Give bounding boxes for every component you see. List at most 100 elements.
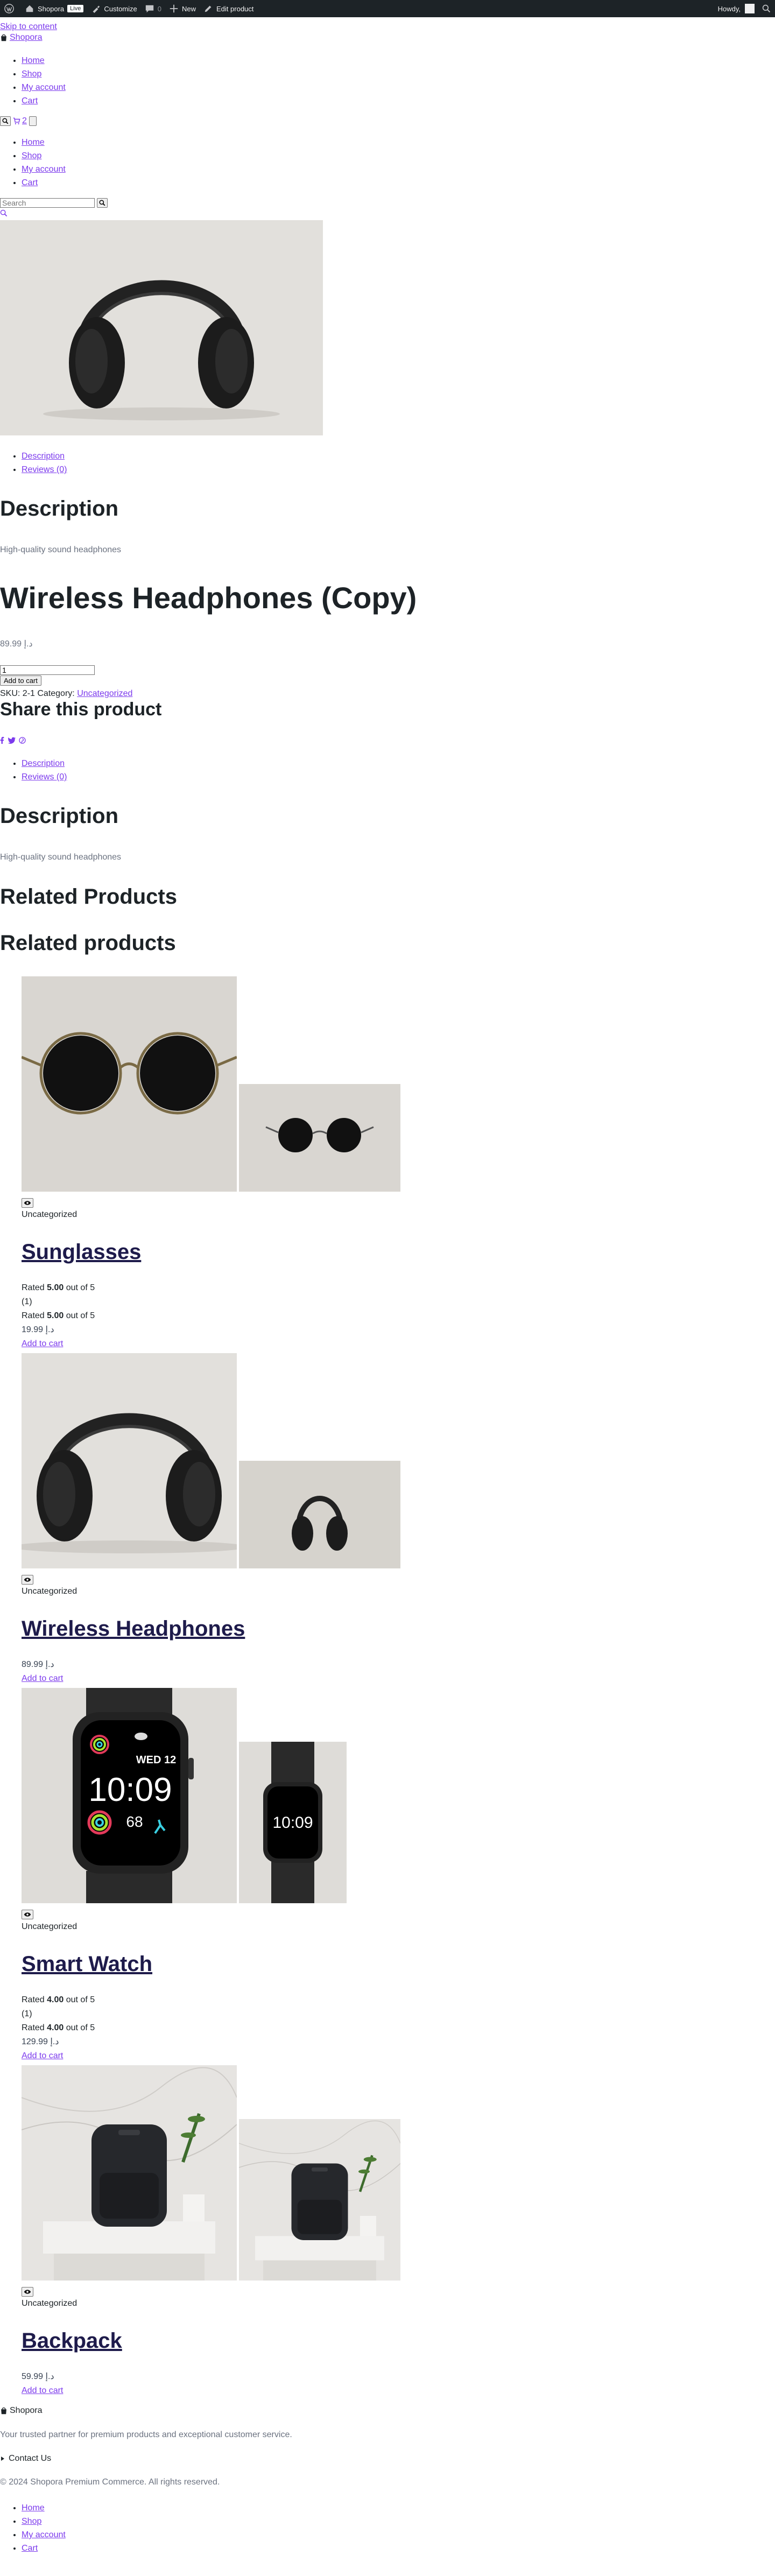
product-price: د.إ 129.99 [22,2037,59,2046]
footer-nav-link-cart[interactable]: Cart [22,2544,38,2553]
search-icon[interactable] [762,4,771,13]
mobile-nav-link-shop[interactable]: Shop [22,151,41,160]
admin-site-name: Shopora [38,4,65,13]
product-hover-image[interactable] [239,1083,400,1192]
mobile-nav-item-shop: Shop [22,149,775,163]
quick-view-button[interactable] [22,1910,33,1920]
quick-view-button[interactable] [22,2286,33,2297]
product-hover-image[interactable] [239,1461,400,1569]
edit-product-link[interactable]: Edit product [203,4,253,13]
caret-right-icon [1,2456,4,2461]
product-image[interactable] [22,1353,237,1568]
eye-icon [24,2290,31,2294]
product-price: د.إ 89.99 [0,639,33,649]
header-cart-link[interactable]: 2 [13,116,27,126]
tab-reviews-link[interactable]: Reviews (0) [22,465,67,474]
contact-toggle[interactable]: Contact Us [0,2454,775,2464]
related-product-card: Uncategorized Wireless Headphones د.إ 89… [0,1353,775,1686]
footer-nav-link-my-account[interactable]: My account [22,2530,66,2539]
mobile-nav-link-my-account[interactable]: My account [22,165,66,174]
footer-nav-link-home[interactable]: Home [22,2503,45,2512]
product-hover-image[interactable] [239,2119,400,2281]
add-to-cart-link[interactable]: Add to cart [22,1674,63,1683]
product-price: د.إ 89.99 [22,1660,54,1670]
watch-date: WED 12 [136,1754,176,1766]
mobile-nav-link-home[interactable]: Home [22,138,45,147]
product-image[interactable]: WED 12 10:09 68 [22,1688,237,1904]
shopping-bag-icon [1,34,6,41]
site-brand-link[interactable]: Shopora [0,32,775,43]
product-hover-image[interactable]: 10:09 [239,1742,347,1904]
search-submit-button[interactable] [97,198,108,208]
product-tabs: Description Reviews (0) [0,449,775,476]
nav-link-shop[interactable]: Shop [22,69,41,79]
avatar[interactable] [745,4,755,13]
nav-item-my-account: My account [22,81,775,94]
nav-link-cart[interactable]: Cart [22,96,38,105]
footer-nav-item-shop: Shop [22,2515,775,2528]
mobile-nav-item-cart: Cart [22,176,775,189]
rating-value: 5.00 [47,1311,64,1321]
howdy-label[interactable]: Howdy, [718,5,741,13]
product-image[interactable] [22,976,237,1192]
rating-prefix: Rated [22,1311,47,1321]
quantity-row [0,665,775,675]
add-to-cart-link[interactable]: Add to cart [22,1339,63,1348]
search-toggle-button[interactable] [0,116,11,126]
rating-line: Rated 5.00 out of 5 [22,1309,775,1323]
nav-link-my-account[interactable]: My account [22,83,66,92]
admin-site-link[interactable]: Shopora Live [25,4,84,13]
new-content-link[interactable]: New [169,4,196,13]
admin-bar: Shopora Live Customize 0 New Edit produc… [0,0,775,17]
search-input[interactable] [0,198,95,208]
add-to-cart-link[interactable]: Add to cart [22,2386,63,2395]
product-main-image[interactable] [0,220,323,435]
tab-description-link-2[interactable]: Description [22,759,65,768]
nav-item-shop: Shop [22,67,775,81]
customize-link[interactable]: Customize [91,4,137,13]
tab-reviews-link-2[interactable]: Reviews (0) [22,772,67,782]
skip-to-content-link[interactable]: Skip to content [0,22,775,32]
quick-view-button[interactable] [22,1198,33,1208]
product-gallery [22,976,775,1192]
nav-link-home[interactable]: Home [22,56,45,65]
comment-icon [145,5,153,13]
pinterest-icon[interactable] [19,737,26,744]
mobile-nav-link-cart[interactable]: Cart [22,178,38,187]
add-to-cart-link[interactable]: Add to cart [22,2051,63,2060]
product-title: Wireless Headphones (Copy) [0,581,417,615]
category-link[interactable]: Uncategorized [77,689,132,698]
search-icon[interactable] [0,209,8,217]
product-title-link[interactable]: Backpack [22,2329,122,2353]
product-category: Uncategorized [22,1922,78,1931]
product-gallery [22,1353,775,1569]
quick-view-button[interactable] [22,1575,33,1585]
menu-toggle-button[interactable] [29,116,37,126]
product-image[interactable] [22,2065,237,2281]
tab-description-link[interactable]: Description [22,452,65,461]
footer-nav-link-shop[interactable]: Shop [22,2517,41,2526]
product-price: د.إ 59.99 [22,2371,54,2381]
related-products-heading: Related Products [0,884,177,909]
product-category: Uncategorized [22,1587,78,1596]
wordpress-logo-icon[interactable] [4,4,17,13]
mobile-nav-item-my-account: My account [22,163,775,176]
related-product-card: Uncategorized Backpack د.إ 59.99 Add to … [0,2065,775,2398]
description-text-2: High-quality sound headphones [0,852,122,862]
twitter-icon[interactable] [8,737,16,744]
social-share-links [0,737,775,744]
comments-link[interactable]: 0 [145,4,161,13]
product-title-link[interactable]: Smart Watch [22,1952,152,1976]
live-badge: Live [67,5,84,12]
tab-description: Description [22,449,775,463]
facebook-icon[interactable] [0,737,4,744]
product-title-link[interactable]: Sunglasses [22,1240,141,1264]
sku-label: SKU: 2-1 Category: [0,689,75,699]
add-to-cart-button[interactable]: Add to cart [0,675,41,686]
quantity-input[interactable] [0,665,95,675]
rating-prefix: Rated [22,2023,47,2032]
tab-reviews: Reviews (0) [22,463,775,476]
footer-tagline: Your trusted partner for premium product… [0,2430,292,2439]
product-gallery: WED 12 10:09 68 10:09 [22,1688,775,1904]
product-title-link[interactable]: Wireless Headphones [22,1617,245,1641]
